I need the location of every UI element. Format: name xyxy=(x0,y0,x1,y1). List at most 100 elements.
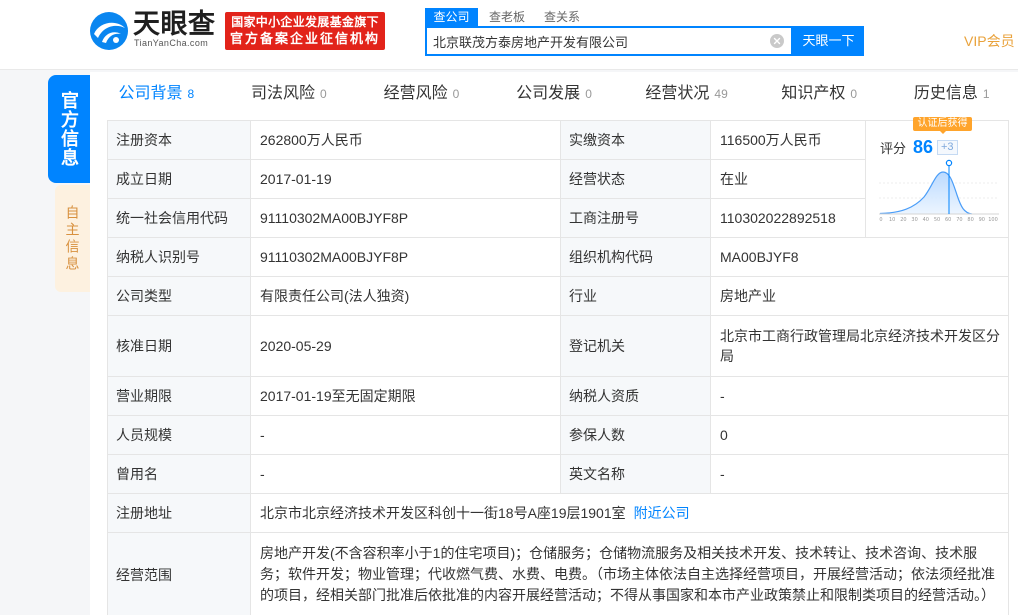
label-former-name: 曾用名 xyxy=(107,454,251,494)
table-row: 人员规模 - 参保人数 0 xyxy=(107,415,1009,455)
value-business-scope: 房地产开发(不含容积率小于1的住宅项目)；仓储服务；仓储物流服务及相关技术开发、… xyxy=(250,532,1009,615)
value-taxpayer-id: 91110302MA00BJYF8P xyxy=(250,237,561,277)
value-establishment-date: 2017-01-19 xyxy=(250,159,561,199)
nearby-companies-link[interactable]: 附近公司 xyxy=(634,505,690,521)
label-organization-code: 组织机构代码 xyxy=(560,237,711,277)
search-button[interactable]: 天眼一下 xyxy=(793,26,864,56)
tab-count: 0 xyxy=(320,87,327,101)
value-staff-size: - xyxy=(250,415,561,455)
axis-tick-label: 80 xyxy=(967,217,973,223)
label-establishment-date: 成立日期 xyxy=(107,159,251,199)
label-company-type: 公司类型 xyxy=(107,276,251,316)
tab-label: 经营风险 xyxy=(383,85,448,102)
table-row: 注册资本 262800万人民币 实缴资本 116500万人民币 0 10 20 … xyxy=(107,117,1009,238)
side-tab-official-label: 官方信息 xyxy=(59,91,79,167)
label-registration-authority: 登记机关 xyxy=(560,315,711,377)
table-row: 经营范围 房地产开发(不含容积率小于1的住宅项目)；仓储服务；仓储物流服务及相关… xyxy=(107,532,1009,615)
tab-history-info[interactable]: 历史信息 1 xyxy=(885,72,1018,115)
label-paid-in-capital: 实缴资本 xyxy=(560,120,711,160)
axis-tick-label: 0 xyxy=(879,217,882,223)
table-row: 公司类型 有限责任公司(法人独资) 行业 房地产业 xyxy=(107,276,1009,316)
value-former-name: - xyxy=(250,454,561,494)
label-taxpayer-qualification: 纳税人资质 xyxy=(560,376,711,416)
badge-line-1: 国家中小企业发展基金旗下 xyxy=(231,15,379,29)
axis-tick-label: 10 xyxy=(889,217,895,223)
label-industry: 行业 xyxy=(560,276,711,316)
tab-count: 0 xyxy=(850,87,858,101)
label-insured-count: 参保人数 xyxy=(560,415,711,455)
value-taxpayer-qualification: - xyxy=(710,376,1009,416)
axis-tick-label: 60 xyxy=(945,217,951,223)
label-business-registration-number: 工商注册号 xyxy=(560,198,711,238)
tab-count: 0 xyxy=(585,87,592,101)
axis-tick-label: 20 xyxy=(900,217,906,223)
tab-legal-risk[interactable]: 司法风险 0 xyxy=(223,72,356,115)
label-approval-date: 核准日期 xyxy=(107,315,251,377)
tianyancha-logo-icon[interactable] xyxy=(89,11,129,51)
tab-label: 公司背景 xyxy=(118,85,183,102)
side-tab-self-info[interactable]: 自主信息 xyxy=(55,185,90,292)
side-tab-self-label: 自主信息 xyxy=(64,204,81,273)
value-insured-count: 0 xyxy=(710,415,1009,455)
axis-tick-label: 40 xyxy=(923,217,929,223)
table-row: 纳税人识别号 91110302MA00BJYF8P 组织机构代码 MA00BJY… xyxy=(107,237,1009,277)
logo-domain: TianYanCha.com xyxy=(134,38,209,48)
value-english-name: - xyxy=(710,454,1009,494)
side-tab-official-info[interactable]: 官方信息 xyxy=(48,75,90,183)
label-english-name: 英文名称 xyxy=(560,454,711,494)
tab-company-development[interactable]: 公司发展 0 xyxy=(488,72,621,115)
search-tab-boss[interactable]: 查老板 xyxy=(489,8,525,26)
value-registered-capital: 262800万人民币 xyxy=(250,120,561,160)
clear-icon[interactable] xyxy=(770,34,784,48)
label-operating-status: 经营状态 xyxy=(560,159,711,199)
logo-name[interactable]: 天眼查 xyxy=(133,8,216,40)
search-tab-relation[interactable]: 查关系 xyxy=(544,8,580,26)
main-panel: 公司背景 8 司法风险 0 经营风险 0 公司发展 0 经营状况 49 知识产权 0 历史信… xyxy=(90,72,1018,615)
score-label: 评分 xyxy=(880,141,907,156)
vip-member-link[interactable]: VIP会员 xyxy=(964,32,1015,50)
value-registered-address-cell: 北京市北京经济技术开发区科创十一街18号A座19层1901室 附近公司 xyxy=(250,493,1009,533)
axis-tick-label: 70 xyxy=(956,217,962,223)
score-delta: +3 xyxy=(937,140,958,155)
certification-badge: 认证后获得 xyxy=(913,117,972,134)
label-unified-social-credit-code: 统一社会信用代码 xyxy=(107,198,251,238)
value-business-registration-number: 110302022892518 xyxy=(710,198,866,238)
tab-company-background[interactable]: 公司背景 8 xyxy=(90,72,223,115)
tab-label: 历史信息 xyxy=(913,85,978,102)
tab-label: 经营状况 xyxy=(645,85,710,102)
tab-operating-risk[interactable]: 经营风险 0 xyxy=(355,72,488,115)
value-approval-date: 2020-05-29 xyxy=(250,315,561,377)
label-taxpayer-id: 纳税人识别号 xyxy=(107,237,251,277)
value-registered-address: 北京市北京经济技术开发区科创十一街18号A座19层1901室 xyxy=(260,505,626,521)
score-marker-icon xyxy=(945,159,953,167)
tab-count: 1 xyxy=(982,87,990,101)
score-distribution-chart: 0 10 20 30 40 50 60 70 80 90 100 xyxy=(879,159,999,223)
label-business-term: 营业期限 xyxy=(107,376,251,416)
axis-tick-label: 90 xyxy=(979,217,985,223)
value-operating-status: 在业 xyxy=(710,159,866,199)
chart-curve-area xyxy=(880,172,998,214)
tab-label: 司法风险 xyxy=(251,85,316,102)
tab-count: 49 xyxy=(714,87,728,101)
tab-intellectual-property[interactable]: 知识产权 0 xyxy=(753,72,886,115)
tab-label: 公司发展 xyxy=(516,85,581,102)
official-badge: 国家中小企业发展基金旗下 官方备案企业征信机构 xyxy=(225,12,385,50)
tab-count: 0 xyxy=(452,87,460,101)
search-tab-company[interactable]: 查公司 xyxy=(425,8,478,26)
value-paid-in-capital: 116500万人民币 xyxy=(710,120,866,160)
tab-operating-status[interactable]: 经营状况 49 xyxy=(620,72,753,115)
table-row: 营业期限 2017-01-19至无固定期限 纳税人资质 - xyxy=(107,376,1009,416)
value-registration-authority: 北京市工商行政管理局北京经济技术开发区分局 xyxy=(710,315,1009,377)
label-business-scope: 经营范围 xyxy=(107,532,251,615)
top-header: 天眼查 TianYanCha.com 国家中小企业发展基金旗下 官方备案企业征信… xyxy=(0,0,1018,70)
badge-line-2: 官方备案企业征信机构 xyxy=(229,31,380,46)
category-tabs: 公司背景 8 司法风险 0 经营风险 0 公司发展 0 经营状况 49 知识产权 0 历史信… xyxy=(90,72,1018,115)
company-info-table: 注册资本 262800万人民币 实缴资本 116500万人民币 0 10 20 … xyxy=(107,117,1009,615)
value-industry: 房地产业 xyxy=(710,276,1009,316)
score-value: 86 xyxy=(913,137,934,157)
table-row: 注册地址 北京市北京经济技术开发区科创十一街18号A座19层1901室 附近公司 xyxy=(107,493,1009,533)
value-business-term: 2017-01-19至无固定期限 xyxy=(250,376,561,416)
search-input[interactable] xyxy=(427,28,763,54)
axis-tick-label: 100 xyxy=(988,217,998,223)
label-registered-address: 注册地址 xyxy=(107,493,251,533)
